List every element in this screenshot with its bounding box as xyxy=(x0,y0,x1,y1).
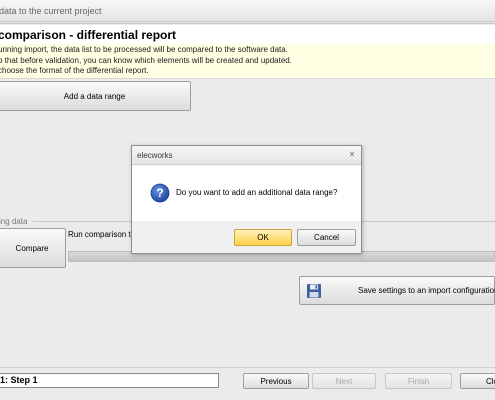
description-line: unning import, the data list to be proce… xyxy=(0,45,288,54)
window-title-bar: data to the current project xyxy=(0,0,495,24)
dialog-title: elecworks xyxy=(137,151,173,160)
question-icon: ? xyxy=(150,183,170,203)
step-header: comparison - differential report unning … xyxy=(0,25,495,79)
svg-text:?: ? xyxy=(156,186,163,200)
finish-button[interactable]: Finish xyxy=(385,373,452,389)
step-description: unning import, the data list to be proce… xyxy=(0,44,495,78)
confirm-dialog: elecworks × ? Do you want to add an addi… xyxy=(131,145,362,254)
floppy-disk-icon xyxy=(307,284,321,298)
dialog-close-icon[interactable]: × xyxy=(347,149,357,161)
dialog-title-bar: elecworks × xyxy=(132,146,361,165)
close-button[interactable]: Clo xyxy=(460,373,495,389)
description-line: o that before validation, you can know w… xyxy=(0,55,292,65)
cancel-button[interactable]: Cancel xyxy=(297,229,356,246)
section-label: ing data xyxy=(0,217,28,226)
compare-button[interactable]: Compare xyxy=(0,228,66,268)
page-title: comparison - differential report xyxy=(0,28,177,42)
add-data-range-button[interactable]: Add a data range xyxy=(0,81,191,111)
ok-button[interactable]: OK xyxy=(234,229,292,246)
run-comparison-label: Run comparison to i xyxy=(68,230,140,239)
dialog-body: ? Do you want to add an additional data … xyxy=(132,166,361,221)
description-line: choose the format of the differential re… xyxy=(0,66,149,75)
window-title: data to the current project xyxy=(0,6,102,16)
dialog-button-bar: OK Cancel xyxy=(132,221,361,253)
title-divider xyxy=(0,21,495,23)
previous-button[interactable]: Previous xyxy=(243,373,309,389)
save-settings-label: Save settings to an import configuration xyxy=(358,286,495,295)
footer-divider xyxy=(0,367,495,368)
dialog-message: Do you want to add an additional data ra… xyxy=(176,188,338,197)
save-settings-button[interactable]: Save settings to an import configuration xyxy=(299,276,495,305)
next-button[interactable]: Next xyxy=(312,373,376,389)
step-indicator: 1: Step 1 xyxy=(0,373,219,388)
